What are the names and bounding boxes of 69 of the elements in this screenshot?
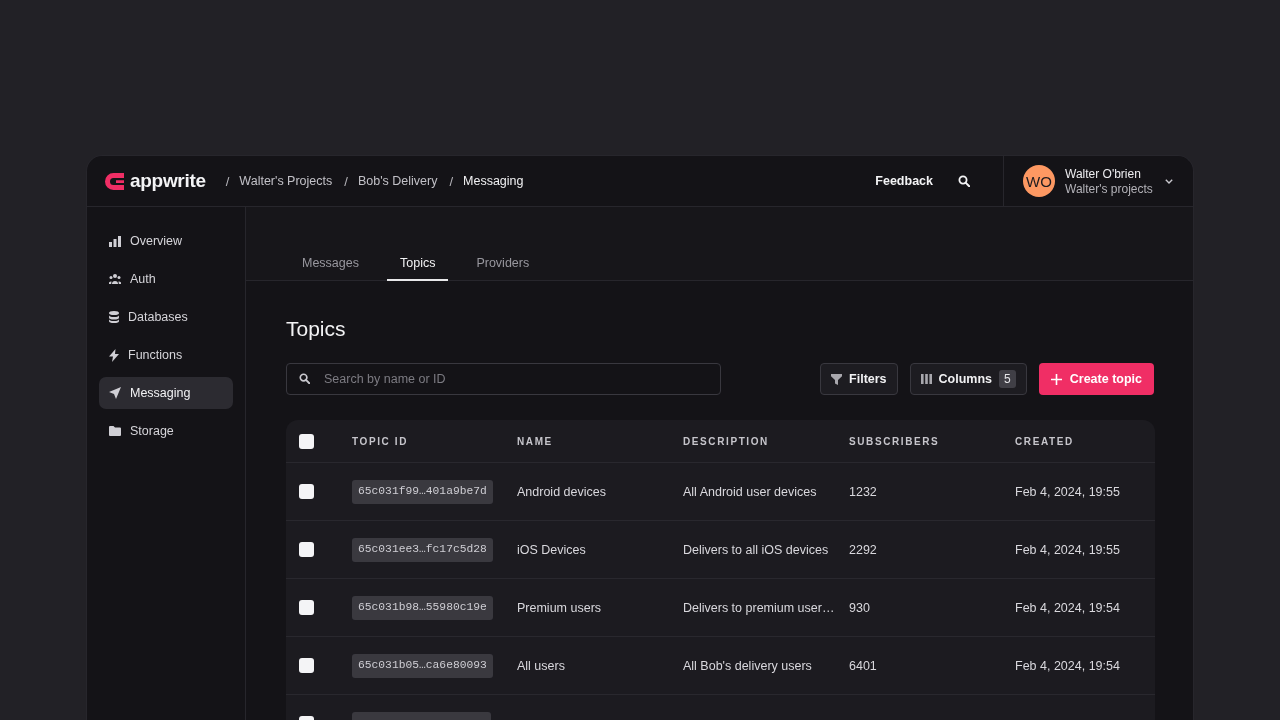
topic-description: Delivers to premium user… [683, 600, 836, 615]
bar-chart-icon [109, 235, 121, 247]
row-checkbox[interactable] [299, 600, 314, 615]
plus-icon [1050, 373, 1062, 385]
logo-icon [105, 172, 124, 190]
feedback-button[interactable]: Feedback [869, 170, 939, 192]
topic-name: Android devices [517, 484, 607, 499]
sidebar-item[interactable]: Auth [99, 263, 233, 295]
breadcrumb-separator: / [449, 173, 454, 189]
created-date: Feb 4, 2024, 19:55 [1015, 542, 1121, 557]
topic-id-tag: 65c031b05…ca6e80093 [352, 653, 493, 678]
row-checkbox[interactable] [299, 484, 314, 499]
organization-name: Walter's projects [1065, 181, 1154, 196]
tab[interactable]: Providers [463, 251, 543, 281]
columns-icon [920, 374, 932, 384]
user-avatar[interactable]: WO [1023, 165, 1055, 197]
sidebar-item[interactable]: Databases [99, 301, 233, 333]
row-checkbox[interactable] [299, 542, 314, 557]
subscriber-count: 6401 [849, 658, 878, 673]
column-header: DESCRIPTION [683, 435, 770, 447]
logo-text: appwrite [130, 170, 206, 192]
sidebar-item[interactable]: Storage [99, 415, 233, 447]
people-icon [109, 274, 121, 284]
tab[interactable]: Messages [289, 251, 372, 281]
filters-button[interactable]: Filters [820, 363, 898, 395]
subscriber-count: 1232 [849, 484, 878, 499]
create-topic-button[interactable]: Create topic [1038, 363, 1154, 395]
sidebar-item[interactable]: Functions [99, 339, 233, 371]
topic-description: All Android user devices [683, 484, 818, 499]
created-date: Feb 4, 2024, 19:54 [1015, 658, 1121, 673]
topic-name: iOS Devices [517, 542, 587, 557]
chevron-down-icon[interactable] [1165, 178, 1173, 184]
topic-id-tag: 65c031f99…401a9be7d [352, 479, 493, 504]
breadcrumb-link[interactable]: Walter's Projects [239, 174, 333, 188]
subscriber-count: 930 [849, 600, 871, 615]
topic-description: Delivers to all iOS devices [683, 542, 830, 557]
row-checkbox[interactable] [299, 658, 314, 673]
sidebar-item[interactable]: Overview [99, 225, 233, 257]
column-header: CREATED [1015, 435, 1075, 447]
column-header: TOPIC ID [352, 435, 409, 447]
topic-name: Premium users [517, 600, 603, 615]
breadcrumb-separator: / [225, 173, 230, 189]
lightning-icon [109, 348, 119, 362]
created-date: Feb 4, 2024, 19:54 [1015, 600, 1121, 615]
topic-description: All Bob's delivery users [683, 658, 813, 673]
tab[interactable]: Topics [387, 251, 449, 281]
select-all-checkbox[interactable] [299, 433, 314, 449]
column-header: NAME [517, 435, 554, 447]
search-icon [299, 373, 310, 384]
created-date: Feb 4, 2024, 19:55 [1015, 484, 1121, 499]
sidebar-item[interactable]: Messaging [99, 377, 233, 409]
search-field[interactable]: Search by name or ID [286, 363, 721, 395]
subscriber-count: 2292 [849, 542, 878, 557]
search-icon [958, 175, 970, 187]
count-badge: 5 [999, 370, 1016, 388]
paper-plane-icon [109, 387, 121, 399]
user-name: Walter O'brien [1065, 166, 1142, 181]
folder-icon [109, 426, 121, 436]
breadcrumb-link[interactable]: Messaging [463, 174, 524, 188]
topic-id-tag: 65c031ee3…fc17c5d28 [352, 537, 493, 562]
database-icon [109, 311, 119, 323]
breadcrumb-separator: / [344, 173, 348, 189]
columns-button[interactable]: Columns 5 [909, 363, 1027, 395]
breadcrumb-link[interactable]: Bob's Delivery [357, 174, 438, 188]
column-header: SUBSCRIBERS [849, 435, 941, 447]
topic-name: All users [517, 658, 566, 673]
filter-icon [831, 373, 843, 385]
page-title: Topics [286, 317, 346, 341]
topic-id-tag: 65c031b98…55980c19e [352, 595, 493, 620]
